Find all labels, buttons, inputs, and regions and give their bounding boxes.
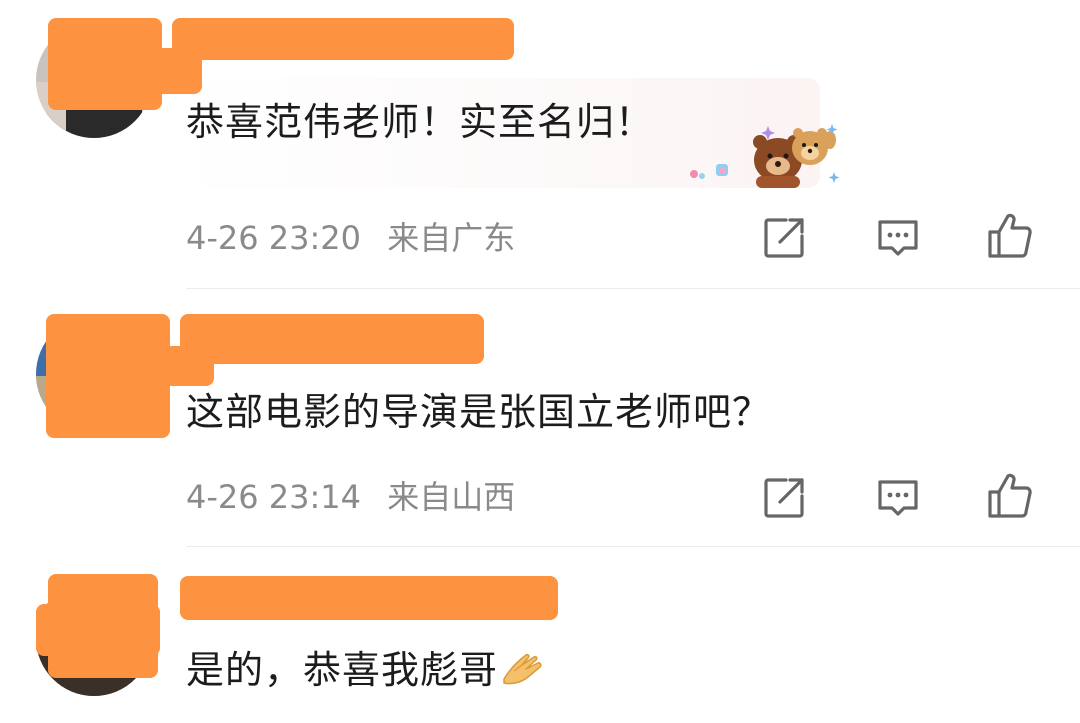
avatar[interactable] [36, 18, 202, 138]
avatar-censor [48, 18, 162, 110]
share-button[interactable] [760, 214, 808, 262]
comment-date: 4-26 23:14 [186, 478, 362, 516]
avatar[interactable] [36, 574, 160, 696]
comment-meta: 4-26 23:20 来自广东 [186, 218, 515, 258]
avatar[interactable] [36, 314, 214, 438]
reply-icon [878, 220, 918, 256]
comment-text: 是的，恭喜我彪哥 [186, 646, 544, 700]
username-censor [180, 576, 558, 620]
comment-text: 恭喜范伟老师！实至名归！ [186, 100, 655, 144]
username-censor [172, 18, 514, 60]
share-button[interactable] [760, 474, 808, 522]
clasped-hands-icon [500, 649, 544, 700]
comment-location: 来自广东 [387, 219, 516, 257]
comment-date: 4-26 23:20 [186, 219, 362, 257]
reply-icon [878, 480, 918, 516]
comment-text-content: 是的，恭喜我彪哥 [186, 648, 499, 692]
share-icon [764, 478, 804, 518]
avatar-censor [36, 604, 160, 656]
like-icon [988, 213, 1032, 258]
comment-text: 这部电影的导演是张国立老师吧？ [186, 390, 772, 434]
reply-button[interactable] [874, 474, 922, 522]
comment-meta: 4-26 23:14 来自山西 [186, 477, 515, 517]
like-icon [988, 473, 1032, 518]
comment-location: 来自山西 [387, 478, 516, 516]
like-button[interactable] [986, 212, 1034, 260]
bear-sticker [684, 120, 844, 194]
reply-button[interactable] [874, 214, 922, 262]
divider [186, 288, 1080, 289]
avatar-censor [46, 314, 170, 438]
share-icon [764, 218, 804, 258]
divider [186, 546, 1080, 547]
username-censor [180, 314, 484, 364]
like-button[interactable] [986, 472, 1034, 520]
